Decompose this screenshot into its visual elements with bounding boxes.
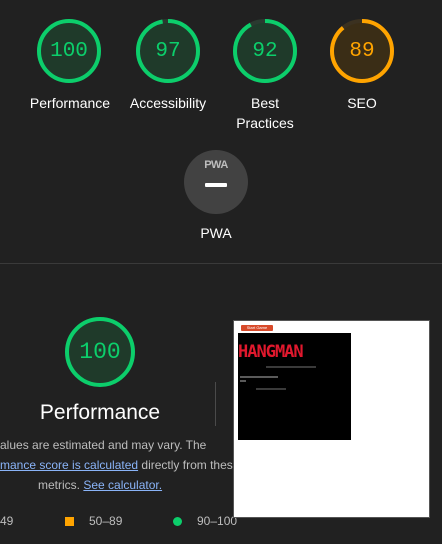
best-practices-score: 92 xyxy=(252,39,278,63)
section-divider xyxy=(0,263,442,264)
pass-circle-icon xyxy=(173,517,182,526)
screenshot-text-line xyxy=(256,388,286,390)
pwa-badge-text: PWA xyxy=(204,159,228,171)
screenshot-game-area: Start Game HANGMAN xyxy=(238,325,351,440)
average-square-icon xyxy=(65,517,74,526)
see-calculator-link[interactable]: See calculator. xyxy=(83,478,162,492)
screenshot-text-line xyxy=(240,380,246,382)
accessibility-label: Accessibility xyxy=(129,95,207,111)
screenshot-subtitle-line xyxy=(266,366,316,368)
seo-gauge[interactable]: 89 xyxy=(329,18,395,84)
best-practices-label: Best Practices xyxy=(215,93,315,133)
final-screenshot-frame[interactable]: Start Game HANGMAN xyxy=(233,320,430,518)
screenshot-game-title: HANGMAN xyxy=(238,342,304,362)
performance-detail-score: 100 xyxy=(79,339,121,365)
performance-note-line3: metrics. See calculator. xyxy=(38,478,162,492)
note-line2-rest: directly from these xyxy=(138,458,240,472)
accessibility-gauge[interactable]: 97 xyxy=(135,18,201,84)
best-practices-label-line2: Practices xyxy=(236,115,294,131)
legend-average-range: 50–89 xyxy=(89,514,123,528)
legend-fail-range: 49 xyxy=(0,514,14,528)
performance-title: Performance xyxy=(39,401,161,424)
legend-pass-range: 90–100 xyxy=(197,514,238,528)
pwa-dash-icon xyxy=(205,183,227,187)
pwa-label: PWA xyxy=(200,225,232,241)
screenshot-text-line xyxy=(240,376,278,378)
performance-detail-gauge: 100 xyxy=(64,316,136,388)
seo-score: 89 xyxy=(349,39,375,63)
note-line3-prefix: metrics. xyxy=(38,478,84,492)
performance-note-line1: alues are estimated and may vary. The xyxy=(0,438,207,452)
best-practices-label-line1: Best xyxy=(250,95,279,111)
best-practices-gauge[interactable]: 92 xyxy=(232,18,298,84)
performance-gauge[interactable]: 100 xyxy=(36,18,102,84)
screenshot-start-button: Start Game xyxy=(241,325,273,331)
performance-score: 100 xyxy=(50,39,88,63)
accessibility-score: 97 xyxy=(155,39,181,63)
pwa-badge[interactable]: PWA xyxy=(183,149,249,215)
vertical-divider xyxy=(215,382,216,426)
seo-label: SEO xyxy=(347,95,377,111)
score-calculation-link[interactable]: mance score is calculated xyxy=(0,458,138,472)
performance-note-line2: mance score is calculated directly from … xyxy=(0,458,239,472)
performance-label: Performance xyxy=(29,95,111,111)
